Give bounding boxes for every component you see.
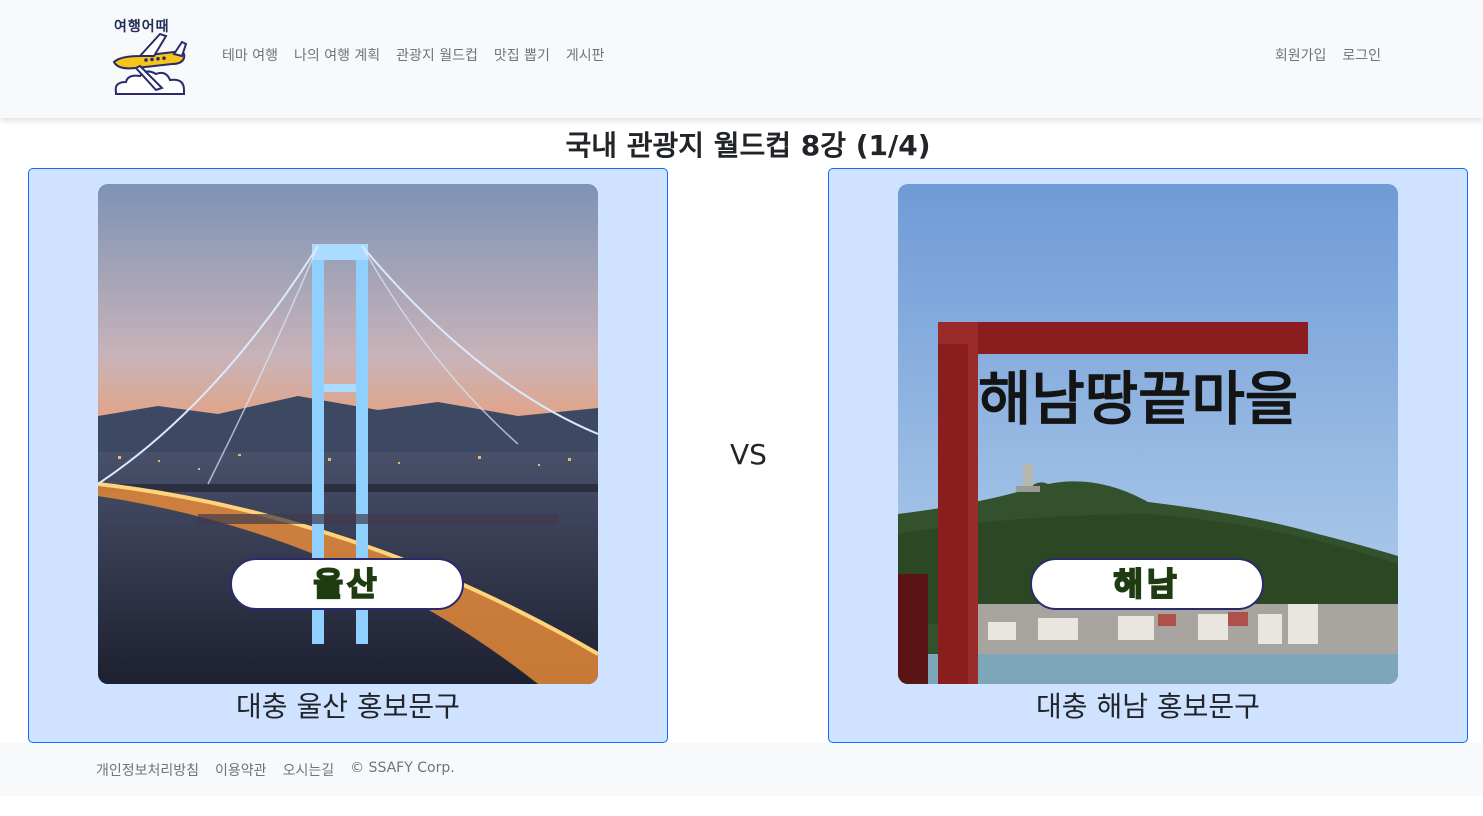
candidate-card-left[interactable]: 울산 대충 울산 홍보문구	[28, 168, 668, 743]
nav-my-plan[interactable]: 나의 여행 계획	[294, 45, 380, 65]
directions-link[interactable]: 오시는길	[283, 760, 335, 780]
nav-board[interactable]: 게시판	[566, 45, 605, 65]
candidate-caption: 대충 울산 홍보문구	[236, 690, 460, 723]
candidate-caption: 대충 해남 홍보문구	[1036, 690, 1260, 723]
candidate-card-right[interactable]: 해남땅끝마을 해남 대충 해남 홍보문구	[828, 168, 1468, 743]
logo[interactable]: 여행어때	[110, 14, 190, 98]
candidate-name-badge: 울산	[230, 558, 464, 610]
candidate-photo: 울산	[98, 184, 598, 684]
candidate-photo: 해남땅끝마을 해남	[898, 184, 1398, 684]
airplane-icon	[112, 32, 188, 95]
footer: 개인정보처리방침 이용약관 오시는길 © SSAFY Corp.	[0, 743, 1483, 796]
terms-link[interactable]: 이용약관	[215, 760, 267, 780]
copyright-text: © SSAFY Corp.	[350, 760, 455, 776]
nav-restaurant-pick[interactable]: 맛집 뽑기	[494, 45, 550, 65]
privacy-policy-link[interactable]: 개인정보처리방침	[96, 760, 199, 780]
sign-text: 해남땅끝마을	[978, 365, 1298, 433]
main-nav: 테마 여행 나의 여행 계획 관광지 월드컵 맛집 뽑기 게시판	[222, 45, 605, 65]
vs-label: VS	[730, 438, 767, 471]
login-link[interactable]: 로그인	[1342, 45, 1381, 65]
auth-nav: 회원가입 로그인	[1275, 45, 1381, 65]
nav-theme-travel[interactable]: 테마 여행	[222, 45, 278, 65]
footer-links: 개인정보처리방침 이용약관 오시는길 © SSAFY Corp.	[96, 760, 455, 780]
candidate-name-badge: 해남	[1030, 558, 1264, 610]
signup-link[interactable]: 회원가입	[1275, 45, 1327, 65]
navbar: 여행어때 테마 여행 나의 여행 계획 관광지 월드컵 맛집 뽑기 게시판 회원…	[0, 0, 1483, 118]
nav-worldcup[interactable]: 관광지 월드컵	[396, 45, 478, 65]
page-title: 국내 관광지 월드컵 8강 (1/4)	[565, 129, 931, 162]
